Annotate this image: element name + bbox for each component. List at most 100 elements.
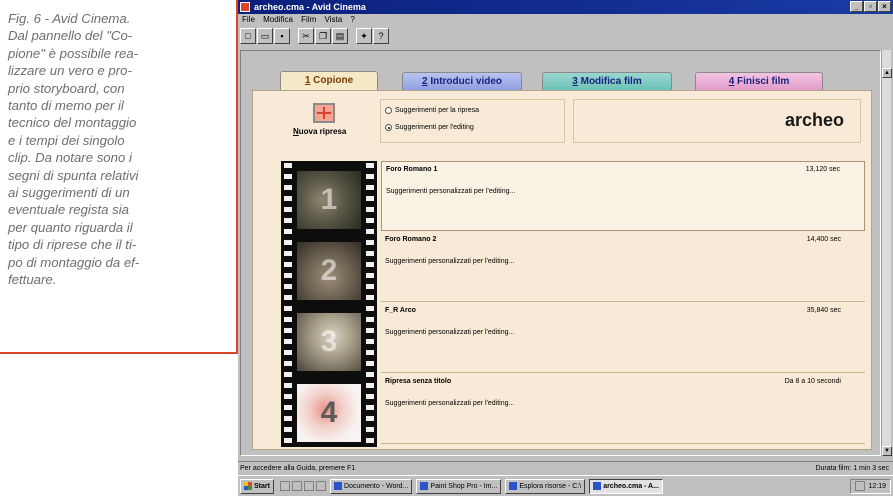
new-icon[interactable]: □ (240, 28, 256, 44)
windows-logo-icon (244, 482, 252, 490)
scroll-down-icon[interactable]: ▼ (882, 446, 892, 456)
close-button[interactable]: × (878, 1, 891, 12)
menu-modifica[interactable]: Modifica (263, 15, 293, 24)
figure-caption: Fig. 6 - Avid Cinema. Dal pannello del "… (8, 10, 230, 289)
clip-number: 3 (320, 325, 338, 358)
save-icon[interactable]: ▪ (274, 28, 290, 44)
tab-modifica-film[interactable]: 3 Modifica film (542, 72, 672, 90)
caption-line: lizzare un vero e pro- (8, 63, 132, 79)
clip-thumbnail[interactable]: 4 (297, 384, 361, 442)
taskbar-item-word[interactable]: Documento - Word... (329, 478, 413, 494)
tab-introduci-video[interactable]: 2 Introduci video (402, 72, 522, 90)
minimize-button[interactable]: _ (850, 1, 863, 12)
clip-name: Ripresa senza titolo (385, 378, 452, 385)
tab-number: 3 (572, 76, 578, 87)
app-window: archeo.cma - Avid Cinema _ ▫ × File Modi… (238, 0, 893, 496)
radio-button-selected[interactable] (385, 124, 392, 131)
clip-name: Foro Romano 1 (386, 166, 438, 173)
project-name: archeo (784, 110, 844, 130)
caption-line: Dal pannello del "Co- (8, 28, 133, 44)
clip-row[interactable]: Foro Romano 2 14,400 sec Suggerimenti pe… (381, 232, 865, 302)
menu-vista[interactable]: Vista (325, 15, 343, 24)
caption-line: tecnico del montaggio (8, 115, 137, 131)
taskbar-item-explorer[interactable]: Esplora risorse - C:\ (505, 478, 586, 494)
menu-film[interactable]: Film (301, 15, 316, 24)
radio-button[interactable] (385, 107, 392, 114)
figure-caption-box: Fig. 6 - Avid Cinema. Dal pannello del "… (0, 0, 238, 354)
suggestions-group: Suggerimenti per la ripresa Suggerimenti… (380, 99, 565, 143)
open-icon[interactable]: ▭ (257, 28, 273, 44)
quick-launch-icon[interactable] (279, 481, 290, 491)
caption-line: per quanto riguarda il (8, 219, 133, 235)
quick-launch-icon[interactable] (315, 481, 326, 491)
cut-icon[interactable]: ✂ (298, 28, 314, 44)
tab-finisci-film[interactable]: 4 Finisci film (695, 72, 823, 90)
app-icon[interactable] (240, 2, 250, 12)
clip-name: Foro Romano 2 (385, 236, 437, 243)
maximize-button[interactable]: ▫ (864, 1, 877, 12)
caption-line: tipo di riprese che il ti- (8, 237, 137, 253)
storyboard-list: 1 2 3 4 Foro Romano 1 13,120 sec Suggeri… (281, 161, 865, 447)
tab-bar: 1 Copione 2 Introduci video 3 Modifica f… (252, 71, 852, 92)
tab-number: 1 (304, 75, 311, 86)
tab-number: 2 (421, 76, 428, 87)
film-strip: 1 2 3 4 (281, 161, 377, 447)
status-help-text: Per accedere alla Guida, premere F1 (240, 465, 356, 472)
radio-label: Suggerimenti per l'editing (395, 124, 474, 131)
document-icon (333, 482, 342, 490)
caption-line: tanto di memo per il (8, 98, 124, 114)
clip-duration: 35,840 sec (806, 307, 841, 314)
taskbar-item-avid[interactable]: archeo.cma - A... (589, 478, 663, 494)
caption-line: segni di spunta relativi (8, 167, 139, 183)
new-shot-button[interactable]: Nuova ripresa (293, 103, 353, 149)
paint-icon (420, 482, 429, 490)
clip-number: 4 (320, 396, 338, 429)
caption-line: Fig. 6 - Avid Cinema. (8, 11, 131, 26)
tab-number: 4 (728, 76, 735, 87)
clip-number: 2 (320, 254, 338, 287)
caption-line: eventuale regista sia (8, 202, 129, 218)
wizard-icon[interactable]: ✦ (356, 28, 372, 44)
project-name-box: archeo (573, 99, 861, 143)
clip-number: 1 (320, 183, 338, 216)
clip-name: F_R Arco (385, 307, 416, 314)
taskbar-item-paintshop[interactable]: Paint Shop Pro - Im... (416, 478, 502, 494)
speaker-icon[interactable] (855, 481, 866, 491)
tab-copione[interactable]: 1 Copione (280, 71, 378, 91)
paste-icon[interactable]: ▤ (332, 28, 348, 44)
scroll-up-icon[interactable]: ▲ (882, 68, 892, 78)
clip-row[interactable]: Ripresa senza titolo Da 8 a 10 secondi S… (381, 374, 865, 444)
clip-thumbnail[interactable]: 1 (297, 171, 361, 229)
clip-duration: 13,120 sec (805, 166, 840, 173)
copy-icon[interactable]: ❐ (315, 28, 331, 44)
clip-thumbnail[interactable]: 3 (297, 313, 361, 371)
clip-row[interactable]: Foro Romano 1 13,120 sec Suggerimenti pe… (381, 161, 865, 231)
clip-note-field[interactable]: Suggerimenti personalizzati per l'editin… (385, 400, 514, 407)
title-bar[interactable]: archeo.cma - Avid Cinema _ ▫ × (238, 0, 893, 14)
menu-help[interactable]: ? (350, 15, 354, 24)
film-icon (593, 482, 602, 490)
status-film-duration: Durata film: 1 min 3 sec (815, 465, 889, 472)
caption-line: e i tempi dei singolo (8, 132, 125, 148)
menu-file[interactable]: File (242, 15, 255, 24)
start-button[interactable]: Start (240, 478, 274, 494)
status-bar: Per accedere alla Guida, premere F1 Dura… (238, 461, 893, 475)
tab-label: Copione (313, 75, 354, 86)
tab-label: Introduci video (430, 76, 502, 87)
clip-note-field[interactable]: Suggerimenti personalizzati per l'editin… (385, 258, 514, 265)
radio-suggestions-shooting[interactable]: Suggerimenti per la ripresa (385, 107, 479, 114)
window-title: archeo.cma - Avid Cinema (254, 2, 366, 12)
caption-line: prio storyboard, con (8, 80, 125, 96)
quick-launch-icon[interactable] (291, 481, 302, 491)
clip-row[interactable]: F_R Arco 35,840 sec Suggerimenti persona… (381, 303, 865, 373)
radio-suggestions-editing[interactable]: Suggerimenti per l'editing (385, 124, 474, 131)
quick-launch (279, 481, 326, 491)
sprocket-holes (284, 163, 292, 443)
clip-note-field[interactable]: Suggerimenti personalizzati per l'editin… (385, 329, 514, 336)
clip-thumbnail[interactable]: 2 (297, 242, 361, 300)
clip-duration: Da 8 a 10 secondi (784, 378, 841, 385)
help-icon[interactable]: ? (373, 28, 389, 44)
quick-launch-icon[interactable] (303, 481, 314, 491)
vertical-scrollbar[interactable]: ▲ ▼ (881, 50, 892, 456)
clip-note-field[interactable]: Suggerimenti personalizzati per l'editin… (386, 188, 515, 195)
